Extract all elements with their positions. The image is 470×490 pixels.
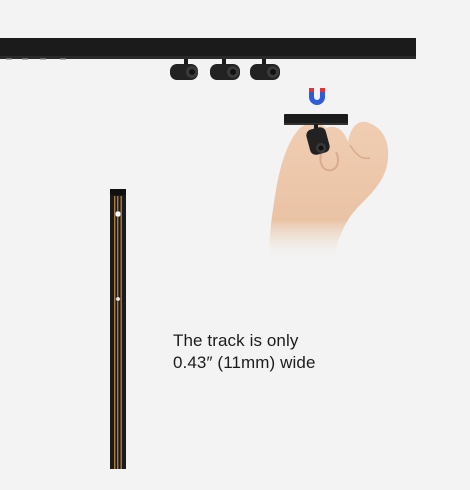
product-illustration [0,38,416,469]
spotlight [210,59,240,80]
spotlight [250,59,280,80]
ceiling-track [0,38,416,60]
caption-line-2: 0.43″ (11mm) wide [173,353,316,372]
vertical-track [110,189,126,469]
product-image: The track is only 0.43″ (11mm) wide [0,0,470,490]
magnet-icon [309,88,325,105]
width-caption: The track is only 0.43″ (11mm) wide [173,330,413,374]
caption-line-1: The track is only [173,331,299,350]
spotlight [170,59,198,80]
